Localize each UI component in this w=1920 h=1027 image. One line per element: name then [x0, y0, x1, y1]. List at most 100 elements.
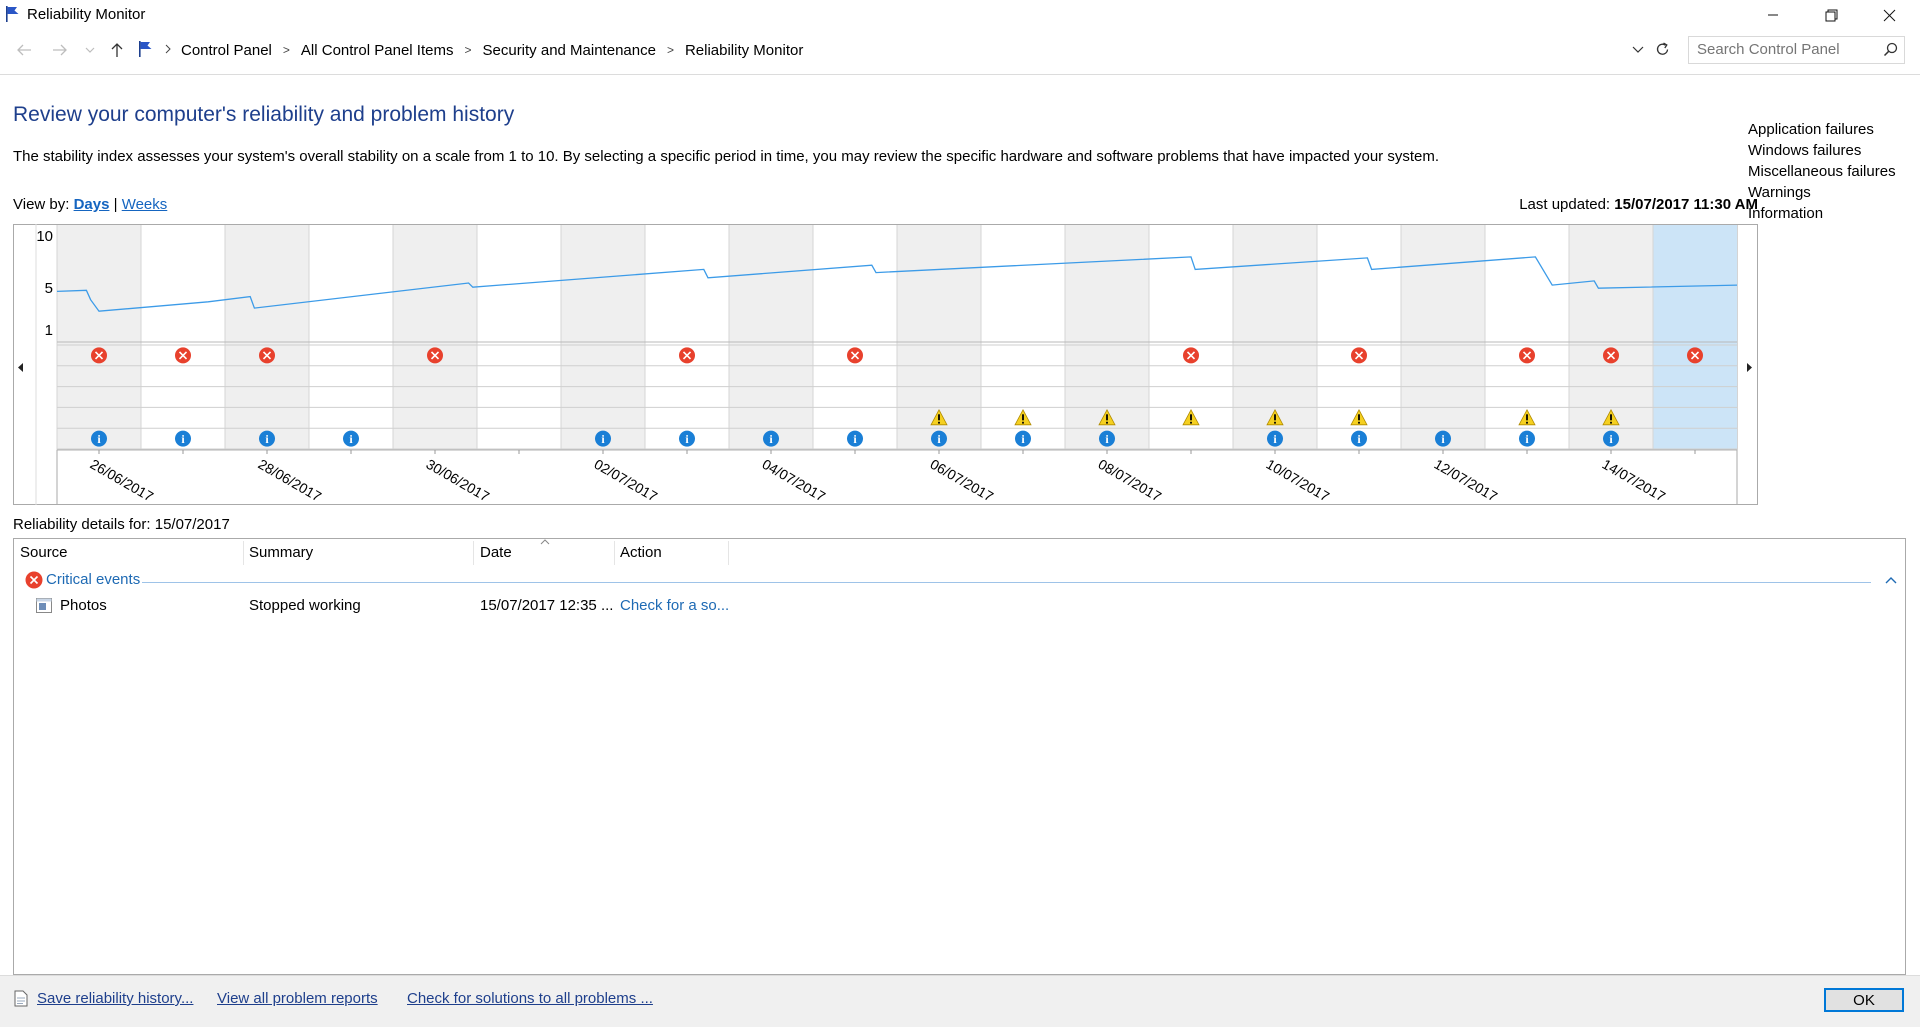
column-action[interactable]: Action: [620, 544, 662, 561]
day-column[interactable]: [645, 225, 729, 450]
column-divider[interactable]: [728, 541, 729, 565]
footer: Save reliability history... View all pro…: [0, 975, 1920, 1027]
chevron-down-icon: [85, 47, 95, 53]
refresh-icon[interactable]: [1654, 41, 1671, 58]
breadcrumb-control-panel[interactable]: Control Panel: [181, 42, 272, 59]
warning-exclamation-dot: [1358, 421, 1360, 424]
address-dropdown-icon[interactable]: [1632, 45, 1644, 55]
view-by-label: View by:: [13, 196, 70, 213]
restore-icon: [1825, 9, 1837, 21]
warning-exclamation-mark: [1610, 414, 1612, 421]
warning-exclamation-mark: [1106, 414, 1108, 421]
collapse-chevron-up-icon[interactable]: [1885, 576, 1897, 584]
day-column[interactable]: [225, 225, 309, 450]
last-updated-value: 15/07/2017 11:30 AM: [1614, 196, 1758, 213]
back-arrow-icon: [17, 44, 31, 56]
critical-error-icon: [25, 571, 43, 589]
row-action-link[interactable]: Check for a so...: [620, 597, 729, 614]
title-bar: Reliability Monitor: [0, 0, 1920, 30]
minimize-button[interactable]: [1744, 0, 1802, 30]
warning-exclamation-mark: [1274, 414, 1276, 421]
control-panel-flag-icon: [139, 41, 152, 57]
selected-day-column[interactable]: [1653, 225, 1737, 450]
sort-ascending-icon: [540, 539, 550, 545]
warning-exclamation-dot: [1274, 421, 1276, 424]
y-tick-label: 5: [45, 280, 53, 297]
reliability-chart[interactable]: 10 5 1 i i i i i i i i i i i i i i i i 26/06/2017 28/06/2017…: [13, 224, 1758, 505]
view-problem-reports-link[interactable]: View all problem reports: [217, 990, 378, 1007]
breadcrumb-chevron-icon: [165, 44, 171, 54]
ok-button[interactable]: OK: [1824, 988, 1904, 1012]
forward-arrow-icon: [53, 44, 67, 56]
close-button[interactable]: [1860, 0, 1918, 30]
row-source: Photos: [60, 597, 107, 614]
window-title: Reliability Monitor: [27, 6, 146, 23]
warning-exclamation-mark: [1022, 414, 1024, 421]
row-summary: Stopped working: [249, 597, 361, 614]
back-button[interactable]: [14, 40, 34, 60]
breadcrumb-separator[interactable]: >: [283, 43, 290, 57]
photos-app-icon: [36, 598, 52, 613]
day-column[interactable]: [729, 225, 813, 450]
day-column[interactable]: [309, 225, 393, 450]
warning-exclamation-dot: [1022, 421, 1024, 424]
warning-exclamation-dot: [1610, 421, 1612, 424]
warning-exclamation-dot: [1526, 421, 1528, 424]
event-category-label: Miscellaneous failures: [1748, 163, 1896, 180]
last-updated: Last updated: 15/07/2017 11:30 AM: [1519, 196, 1758, 213]
view-weeks-link[interactable]: Weeks: [122, 196, 168, 213]
reliability-flag-icon: [6, 6, 19, 22]
save-history-link[interactable]: Save reliability history...: [37, 990, 193, 1007]
breadcrumb-separator[interactable]: >: [667, 43, 674, 57]
details-list[interactable]: Source Summary Date Action Critical even…: [13, 538, 1906, 975]
day-column[interactable]: [813, 225, 897, 450]
search-input[interactable]: [1697, 41, 1877, 58]
check-solutions-link[interactable]: Check for solutions to all problems ...: [407, 990, 653, 1007]
up-button[interactable]: [107, 40, 127, 60]
day-column[interactable]: [141, 225, 225, 450]
critical-events-label[interactable]: Critical events: [46, 571, 140, 588]
search-box[interactable]: [1688, 36, 1905, 64]
warning-exclamation-mark: [1526, 414, 1528, 421]
warning-exclamation-dot: [938, 421, 940, 424]
last-updated-label: Last updated:: [1519, 196, 1611, 213]
day-column[interactable]: [477, 225, 561, 450]
day-column[interactable]: [561, 225, 645, 450]
breadcrumb-security-maintenance[interactable]: Security and Maintenance: [483, 42, 656, 59]
column-date[interactable]: Date: [480, 544, 512, 561]
breadcrumb-separator[interactable]: >: [464, 43, 471, 57]
day-column[interactable]: [57, 225, 141, 450]
reliability-chart-svg: 1051i i i i i i i i i i i i i i i i26/06/2017 28/06/2017…: [13, 224, 1758, 505]
warning-exclamation-mark: [1358, 414, 1360, 421]
forward-button[interactable]: [50, 40, 70, 60]
column-summary[interactable]: Summary: [249, 544, 313, 561]
column-divider[interactable]: [243, 541, 244, 565]
day-column[interactable]: [393, 225, 477, 450]
warning-exclamation-mark: [1190, 414, 1192, 421]
y-tick-label: 1: [45, 322, 53, 339]
warning-exclamation-dot: [1106, 421, 1108, 424]
event-category-label: Warnings: [1748, 183, 1811, 201]
restore-button[interactable]: [1802, 0, 1860, 30]
column-divider[interactable]: [473, 541, 474, 565]
column-divider[interactable]: [614, 541, 615, 565]
critical-events-group[interactable]: Critical events: [22, 571, 1897, 591]
address-divider: [0, 74, 1920, 75]
view-separator: |: [113, 196, 118, 213]
warning-exclamation-mark: [938, 414, 940, 421]
list-item[interactable]: Photos Stopped working 15/07/2017 12:35 …: [14, 596, 1905, 618]
view-by: View by: Days | Weeks: [13, 196, 167, 213]
view-days-link[interactable]: Days: [74, 196, 110, 213]
close-icon: [1883, 9, 1895, 21]
breadcrumb-reliability-monitor[interactable]: Reliability Monitor: [685, 42, 803, 59]
search-icon[interactable]: [1883, 42, 1898, 57]
recent-locations-button[interactable]: [80, 40, 100, 60]
day-column[interactable]: [1401, 225, 1485, 450]
column-source[interactable]: Source: [20, 544, 68, 561]
page-title: Review your computer's reliability and p…: [13, 103, 515, 126]
minimize-icon: [1768, 14, 1778, 16]
event-category-label: Information: [1748, 204, 1824, 222]
breadcrumb-all-items[interactable]: All Control Panel Items: [301, 42, 454, 59]
up-arrow-icon: [111, 43, 123, 57]
warning-exclamation-dot: [1190, 421, 1192, 424]
